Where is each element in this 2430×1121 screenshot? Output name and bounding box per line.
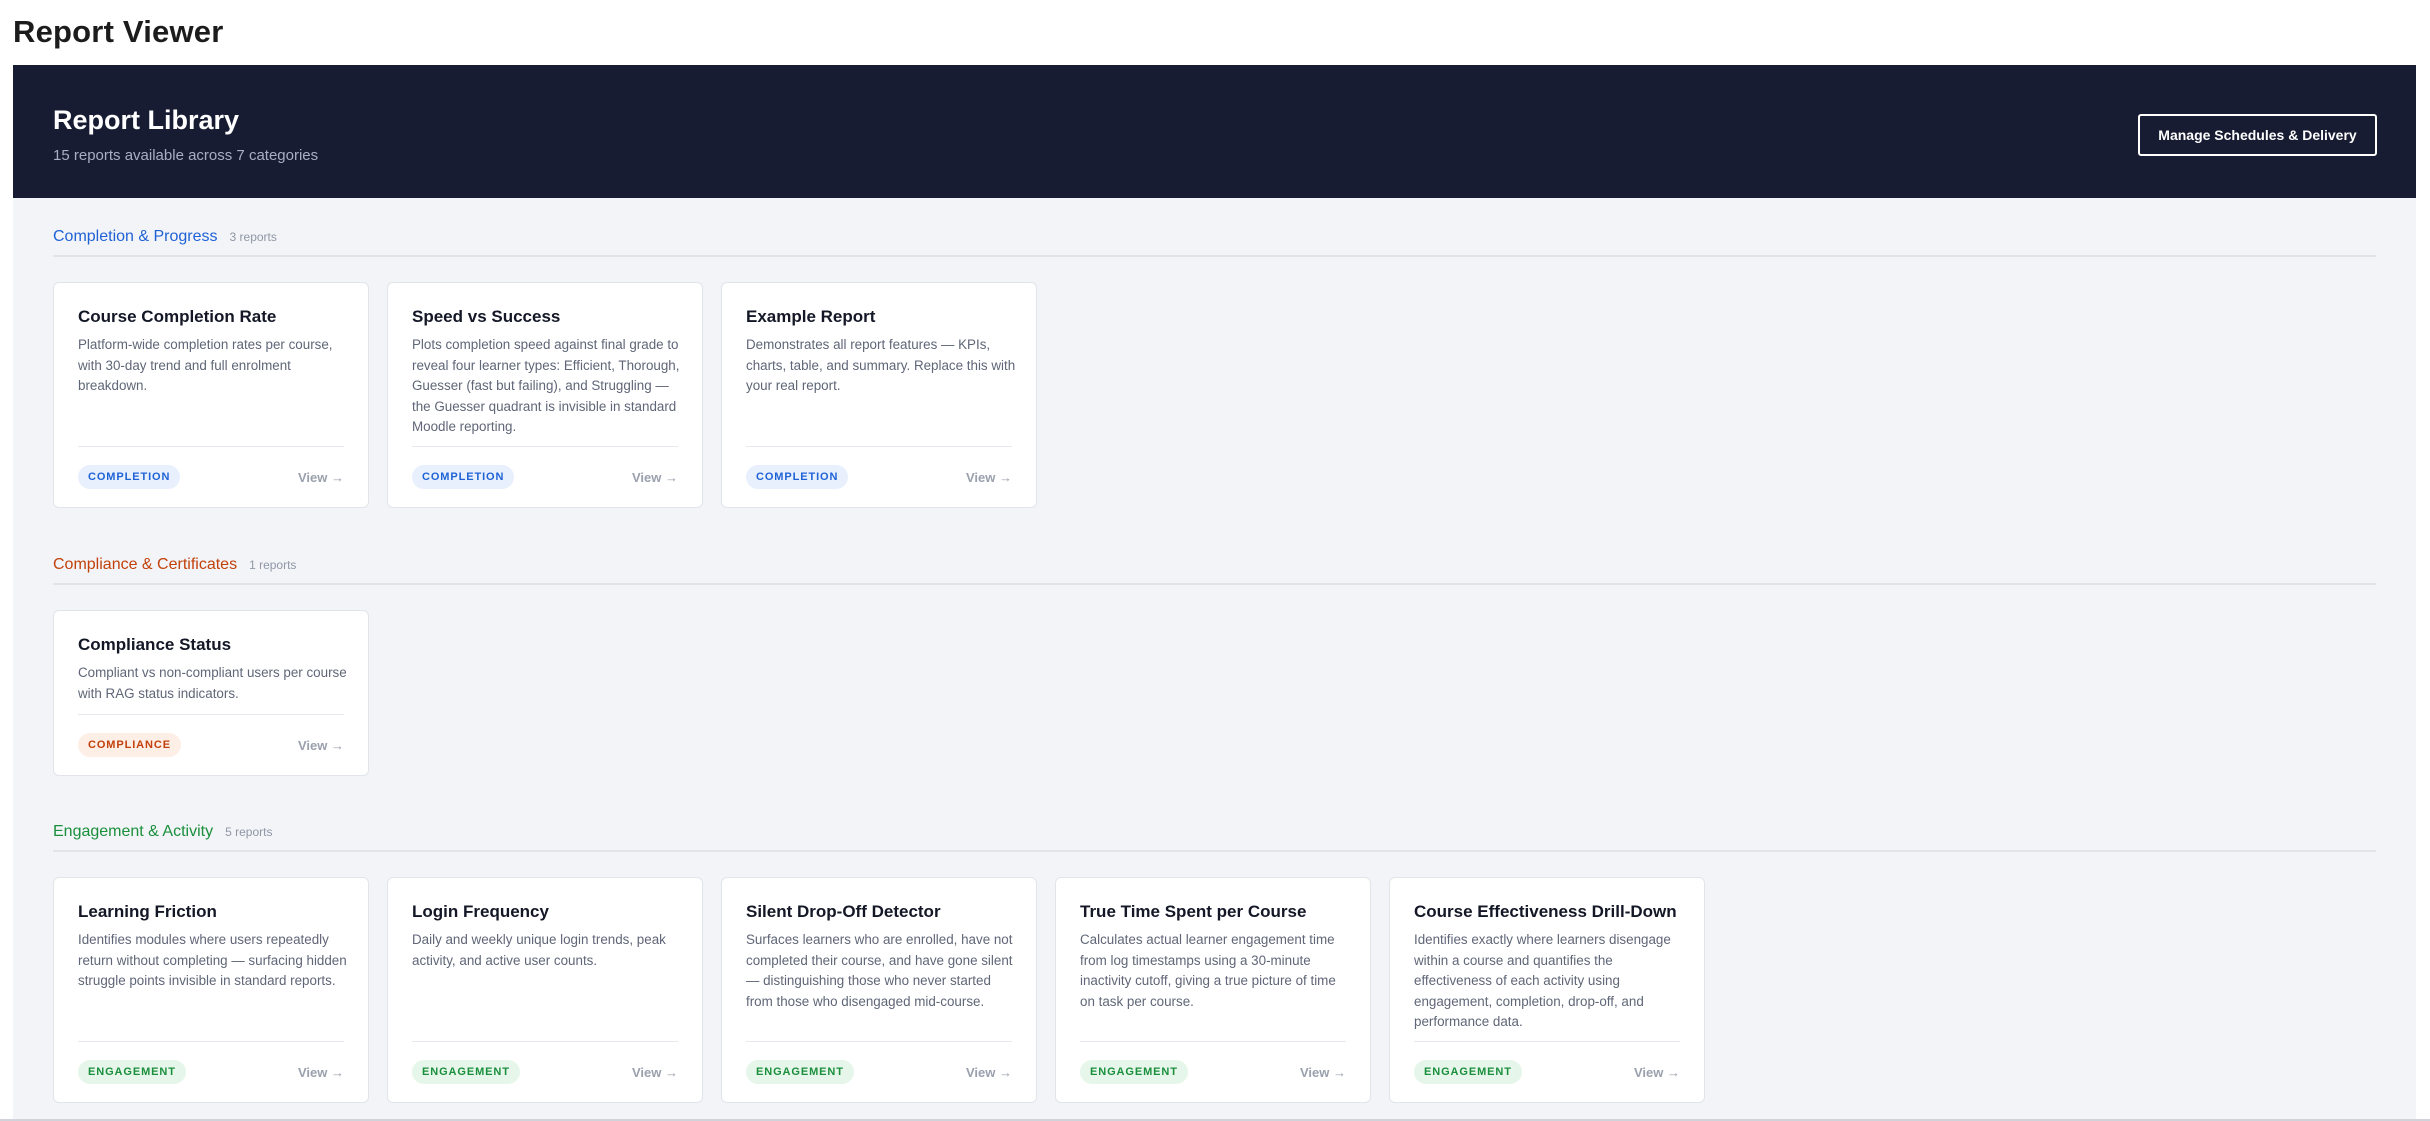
report-title: Silent Drop-Off Detector bbox=[746, 902, 941, 921]
card-footer: COMPLIANCE View → bbox=[78, 714, 344, 775]
report-title: Speed vs Success bbox=[412, 307, 561, 326]
section-completion: Completion & Progress 3 reports bbox=[53, 227, 2376, 257]
report-viewer: Report Library 15 reports available acro… bbox=[13, 65, 2416, 1121]
view-link[interactable]: View → bbox=[966, 1065, 1012, 1080]
card-footer: ENGAGEMENT View → bbox=[1414, 1041, 1680, 1102]
card-footer: COMPLETION View → bbox=[746, 446, 1012, 507]
report-card[interactable]: Course Effectiveness Drill-Down Identifi… bbox=[1389, 877, 1705, 1103]
section-title[interactable]: Engagement & Activity bbox=[53, 823, 213, 841]
report-title: Compliance Status bbox=[78, 635, 232, 654]
view-link[interactable]: View → bbox=[298, 470, 344, 485]
report-title: Course Completion Rate bbox=[78, 307, 277, 326]
view-link[interactable]: View → bbox=[632, 470, 678, 485]
section-compliance: Compliance & Certificates 1 reports bbox=[53, 555, 2376, 585]
report-description: Platform-wide completion rates per cours… bbox=[78, 337, 333, 393]
section-count: 1 reports bbox=[249, 558, 297, 572]
view-link[interactable]: View → bbox=[1300, 1065, 1346, 1080]
report-card[interactable]: Example Report Demonstrates all report f… bbox=[721, 282, 1037, 508]
report-title: Course Effectiveness Drill-Down bbox=[1414, 902, 1677, 921]
report-description: Daily and weekly unique login trends, pe… bbox=[412, 932, 666, 968]
manage-schedules-button[interactable]: Manage Schedules & Delivery bbox=[2138, 114, 2377, 156]
category-badge: ENGAGEMENT bbox=[1414, 1060, 1522, 1084]
report-description: Demonstrates all report features — KPIs,… bbox=[746, 337, 1016, 393]
category-badge: COMPLIANCE bbox=[78, 733, 181, 757]
report-description: Surfaces learners who are enrolled, have… bbox=[746, 932, 1013, 1009]
card-footer: ENGAGEMENT View → bbox=[412, 1041, 678, 1102]
page-title: Report Viewer bbox=[13, 14, 224, 49]
card-grid: Compliance Status Compliant vs non-compl… bbox=[53, 610, 369, 776]
category-badge: ENGAGEMENT bbox=[1080, 1060, 1188, 1084]
report-description: Compliant vs non-compliant users per cou… bbox=[78, 665, 347, 701]
section-header: Engagement & Activity 5 reports bbox=[53, 822, 2376, 852]
library-header: Report Library 15 reports available acro… bbox=[13, 65, 2416, 198]
card-footer: ENGAGEMENT View → bbox=[78, 1041, 344, 1102]
view-link[interactable]: View → bbox=[632, 1065, 678, 1080]
category-badge: ENGAGEMENT bbox=[78, 1060, 186, 1084]
library-subtitle: 15 reports available across 7 categories bbox=[53, 147, 319, 164]
category-badge: COMPLETION bbox=[746, 465, 849, 489]
section-header: Completion & Progress 3 reports bbox=[53, 227, 2376, 257]
section-engagement: Engagement & Activity 5 reports bbox=[53, 822, 2376, 852]
card-footer: COMPLETION View → bbox=[78, 446, 344, 507]
report-description: Calculates actual learner engagement tim… bbox=[1080, 932, 1336, 1009]
card-grid: Learning Friction Identifies modules whe… bbox=[53, 877, 1705, 1103]
card-footer: COMPLETION View → bbox=[412, 446, 678, 507]
report-card[interactable]: Login Frequency Daily and weekly unique … bbox=[387, 877, 703, 1103]
section-count: 5 reports bbox=[225, 825, 273, 839]
report-title: True Time Spent per Course bbox=[1080, 902, 1307, 921]
category-badge: ENGAGEMENT bbox=[412, 1060, 520, 1084]
report-card[interactable]: Silent Drop-Off Detector Surfaces learne… bbox=[721, 877, 1037, 1103]
report-card[interactable]: Compliance Status Compliant vs non-compl… bbox=[53, 610, 369, 776]
report-title: Learning Friction bbox=[78, 902, 217, 921]
view-link[interactable]: View → bbox=[298, 1065, 344, 1080]
report-description: Plots completion speed against final gra… bbox=[412, 337, 680, 434]
card-grid: Course Completion Rate Platform-wide com… bbox=[53, 282, 1037, 508]
card-footer: ENGAGEMENT View → bbox=[1080, 1041, 1346, 1102]
section-count: 3 reports bbox=[229, 230, 277, 244]
report-title: Example Report bbox=[746, 307, 876, 326]
category-badge: ENGAGEMENT bbox=[746, 1060, 854, 1084]
section-header: Compliance & Certificates 1 reports bbox=[53, 555, 2376, 585]
view-link[interactable]: View → bbox=[1634, 1065, 1680, 1080]
report-description: Identifies modules where users repeatedl… bbox=[78, 932, 347, 988]
view-link[interactable]: View → bbox=[966, 470, 1012, 485]
report-card[interactable]: Learning Friction Identifies modules whe… bbox=[53, 877, 369, 1103]
report-card[interactable]: Speed vs Success Plots completion speed … bbox=[387, 282, 703, 508]
report-card[interactable]: Course Completion Rate Platform-wide com… bbox=[53, 282, 369, 508]
view-link[interactable]: View → bbox=[298, 738, 344, 753]
section-title[interactable]: Completion & Progress bbox=[53, 228, 218, 246]
card-footer: ENGAGEMENT View → bbox=[746, 1041, 1012, 1102]
category-badge: COMPLETION bbox=[412, 465, 515, 489]
report-card[interactable]: True Time Spent per Course Calculates ac… bbox=[1055, 877, 1371, 1103]
report-title: Login Frequency bbox=[412, 902, 549, 921]
category-badge: COMPLETION bbox=[78, 465, 181, 489]
library-title: Report Library bbox=[53, 105, 240, 135]
section-title[interactable]: Compliance & Certificates bbox=[53, 556, 237, 574]
report-description: Identifies exactly where learners diseng… bbox=[1414, 932, 1671, 1029]
